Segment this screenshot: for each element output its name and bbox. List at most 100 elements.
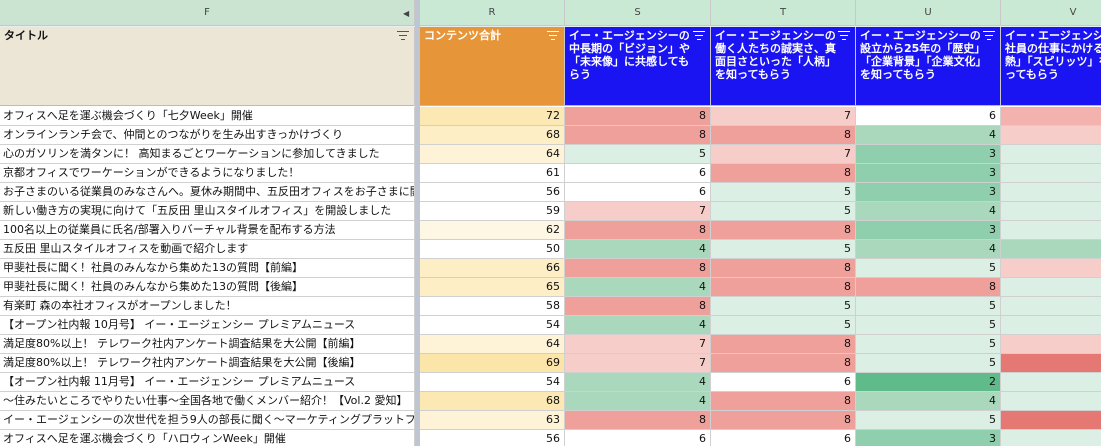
vision-cell[interactable]: 6 xyxy=(565,430,711,446)
total-cell[interactable]: 69 xyxy=(420,354,565,373)
passion-cell[interactable] xyxy=(1001,297,1101,316)
total-cell[interactable]: 65 xyxy=(420,278,565,297)
total-cell[interactable]: 59 xyxy=(420,202,565,221)
vision-cell[interactable]: 4 xyxy=(565,240,711,259)
passion-cell[interactable] xyxy=(1001,278,1101,297)
total-cell[interactable]: 64 xyxy=(420,145,565,164)
title-cell[interactable]: 甲斐社長に聞く！社員のみんなから集めた13の質問【後編】 xyxy=(0,278,415,297)
personality-cell[interactable]: 8 xyxy=(711,335,856,354)
passion-cell[interactable] xyxy=(1001,335,1101,354)
vision-cell[interactable]: 7 xyxy=(565,354,711,373)
title-cell[interactable]: 〜住みたいところでやりたい仕事〜全国各地で働くメンバー紹介！【Vol.2 愛知】 xyxy=(0,392,415,411)
personality-cell[interactable]: 5 xyxy=(711,202,856,221)
history-cell[interactable]: 5 xyxy=(856,259,1001,278)
vision-cell[interactable]: 8 xyxy=(565,259,711,278)
history-cell[interactable]: 4 xyxy=(856,392,1001,411)
history-cell[interactable]: 4 xyxy=(856,202,1001,221)
passion-cell[interactable] xyxy=(1001,240,1101,259)
total-cell[interactable]: 68 xyxy=(420,126,565,145)
column-letter-r[interactable]: R xyxy=(420,0,565,26)
filter-icon[interactable] xyxy=(693,31,705,40)
personality-cell[interactable]: 8 xyxy=(711,411,856,430)
total-cell[interactable]: 68 xyxy=(420,392,565,411)
history-cell[interactable]: 5 xyxy=(856,335,1001,354)
title-cell[interactable]: 【オープン社内報 11月号】 イー・エージェンシー プレミアムニュース xyxy=(0,373,415,392)
total-cell[interactable]: 64 xyxy=(420,335,565,354)
passion-cell[interactable] xyxy=(1001,145,1101,164)
personality-cell[interactable]: 5 xyxy=(711,183,856,202)
personality-cell[interactable]: 6 xyxy=(711,430,856,446)
title-cell[interactable]: オフィスへ足を運ぶ機会づくり「七夕Week」開催 xyxy=(0,107,415,126)
passion-cell[interactable] xyxy=(1001,221,1101,240)
vision-cell[interactable]: 5 xyxy=(565,145,711,164)
personality-cell[interactable]: 7 xyxy=(711,145,856,164)
title-cell[interactable]: 心のガソリンを満タンに！ 高知まるごとワーケーションに参加してきました xyxy=(0,145,415,164)
history-cell[interactable]: 3 xyxy=(856,183,1001,202)
title-cell[interactable]: 満足度80%以上！ テレワーク社内アンケート調査結果を大公開【前編】 xyxy=(0,335,415,354)
vision-cell[interactable]: 4 xyxy=(565,373,711,392)
vision-cell[interactable]: 4 xyxy=(565,316,711,335)
personality-cell[interactable]: 5 xyxy=(711,297,856,316)
history-cell[interactable]: 5 xyxy=(856,354,1001,373)
passion-cell[interactable] xyxy=(1001,183,1101,202)
personality-cell[interactable]: 8 xyxy=(711,221,856,240)
vision-cell[interactable]: 7 xyxy=(565,202,711,221)
personality-cell[interactable]: 8 xyxy=(711,259,856,278)
title-cell[interactable]: お子さまのいる従業員のみなさんへ。夏休み期間中、五反田オフィスをお子さまに開放し… xyxy=(0,183,415,202)
history-cell[interactable]: 5 xyxy=(856,411,1001,430)
history-cell[interactable]: 8 xyxy=(856,278,1001,297)
total-cell[interactable]: 63 xyxy=(420,411,565,430)
passion-cell[interactable] xyxy=(1001,259,1101,278)
personality-cell[interactable]: 8 xyxy=(711,354,856,373)
frozen-column-divider[interactable] xyxy=(415,0,420,446)
passion-cell[interactable] xyxy=(1001,202,1101,221)
scroll-left-arrow-icon[interactable]: ◀ xyxy=(403,9,409,18)
vision-cell[interactable]: 8 xyxy=(565,107,711,126)
total-cell[interactable]: 62 xyxy=(420,221,565,240)
personality-cell[interactable]: 5 xyxy=(711,316,856,335)
personality-cell[interactable]: 8 xyxy=(711,164,856,183)
total-cell[interactable]: 54 xyxy=(420,373,565,392)
total-cell[interactable]: 56 xyxy=(420,430,565,446)
vision-cell[interactable]: 8 xyxy=(565,411,711,430)
passion-cell[interactable] xyxy=(1001,126,1101,145)
passion-cell[interactable] xyxy=(1001,316,1101,335)
passion-cell[interactable] xyxy=(1001,107,1101,126)
vision-cell[interactable]: 4 xyxy=(565,278,711,297)
total-cell[interactable]: 54 xyxy=(420,316,565,335)
filter-icon[interactable] xyxy=(547,31,559,40)
vision-cell[interactable]: 4 xyxy=(565,392,711,411)
history-cell[interactable]: 4 xyxy=(856,126,1001,145)
title-cell[interactable]: 五反田 里山スタイルオフィスを動画で紹介します xyxy=(0,240,415,259)
total-cell[interactable]: 56 xyxy=(420,183,565,202)
personality-cell[interactable]: 8 xyxy=(711,392,856,411)
total-cell[interactable]: 61 xyxy=(420,164,565,183)
title-cell[interactable]: 京都オフィスでワーケーションができるようになりました！ xyxy=(0,164,415,183)
vision-cell[interactable]: 6 xyxy=(565,183,711,202)
title-cell[interactable]: 100名以上の従業員に氏名/部署入りバーチャル背景を配布する方法 xyxy=(0,221,415,240)
title-cell[interactable]: イー・エージェンシーの次世代を担う9人の部長に聞く〜マーケティングプラットフォー… xyxy=(0,411,415,430)
personality-cell[interactable]: 5 xyxy=(711,240,856,259)
vision-cell[interactable]: 8 xyxy=(565,221,711,240)
title-cell[interactable]: オンラインランチ会で、仲間とのつながりを生み出すきっかけづくり xyxy=(0,126,415,145)
total-cell[interactable]: 58 xyxy=(420,297,565,316)
total-cell[interactable]: 50 xyxy=(420,240,565,259)
title-cell[interactable]: 有楽町 森の本社オフィスがオープンしました！ xyxy=(0,297,415,316)
passion-cell[interactable] xyxy=(1001,392,1101,411)
history-cell[interactable]: 3 xyxy=(856,430,1001,446)
personality-cell[interactable]: 6 xyxy=(711,373,856,392)
title-cell[interactable]: 【オープン社内報 10月号】 イー・エージェンシー プレミアムニュース xyxy=(0,316,415,335)
filter-icon[interactable] xyxy=(983,31,995,40)
passion-cell[interactable] xyxy=(1001,354,1101,373)
history-cell[interactable]: 3 xyxy=(856,221,1001,240)
vision-cell[interactable]: 8 xyxy=(565,126,711,145)
title-cell[interactable]: オフィスへ足を運ぶ機会づくり「ハロウィンWeek」開催 xyxy=(0,430,415,446)
history-cell[interactable]: 3 xyxy=(856,164,1001,183)
title-cell[interactable]: 満足度80%以上！ テレワーク社内アンケート調査結果を大公開【後編】 xyxy=(0,354,415,373)
history-cell[interactable]: 3 xyxy=(856,145,1001,164)
passion-cell[interactable] xyxy=(1001,373,1101,392)
history-cell[interactable]: 4 xyxy=(856,240,1001,259)
title-cell[interactable]: 新しい働き方の実現に向けて「五反田 里山スタイルオフィス」を開設しました xyxy=(0,202,415,221)
vision-cell[interactable]: 6 xyxy=(565,164,711,183)
total-cell[interactable]: 66 xyxy=(420,259,565,278)
